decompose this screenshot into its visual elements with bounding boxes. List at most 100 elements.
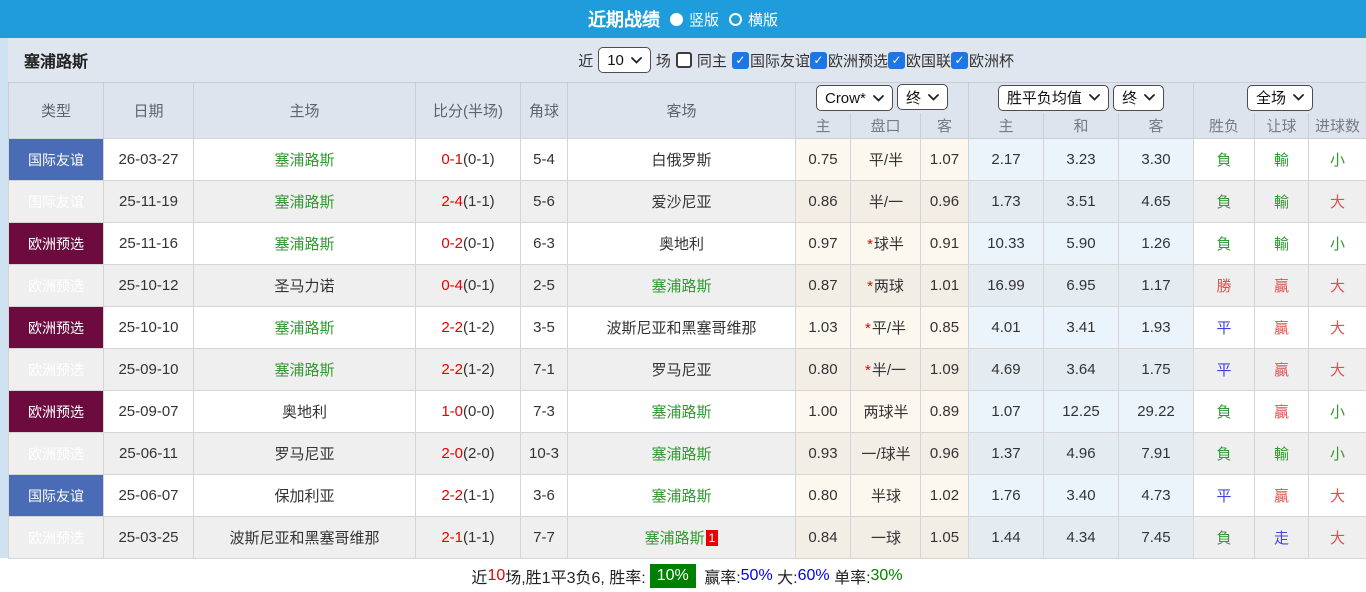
odds-company-select[interactable]: Crow* (815, 85, 893, 112)
home-team: 保加利亚 (193, 474, 416, 517)
result-wdl: 平 (1193, 306, 1255, 349)
match-type-badge: 国际友谊 (8, 180, 104, 223)
odds-away: 0.96 (920, 432, 969, 475)
handicap-value: 半球 (870, 488, 901, 505)
sub-header-mean-draw: 和 (1043, 112, 1119, 139)
odds-away: 0.96 (920, 180, 969, 223)
mean-home-odds: 16.99 (968, 264, 1044, 307)
odds-home: 1.00 (795, 390, 851, 433)
handicap-value: 两球半 (863, 404, 909, 421)
score-cell: 1-0(0-0) (415, 390, 521, 433)
match-date: 25-09-07 (103, 390, 194, 433)
team-name: 塞浦路斯 (24, 54, 89, 71)
checked-checkbox-icon[interactable]: ✓ (731, 51, 749, 69)
result-goals: 大 (1307, 306, 1366, 349)
handicap-cell: 一球 (850, 516, 921, 559)
handicap-value: 平/半 (868, 152, 904, 169)
result-wdl: 負 (1193, 390, 1255, 433)
match-date: 25-06-11 (103, 432, 194, 475)
corner-count: 2-5 (520, 264, 568, 307)
filter-controls: 近 10 场 同主 ✓ 国际友谊 ✓ 欧洲预选 ✓ 欧国联 ✓ 欧洲杯 (578, 47, 1014, 73)
odds-home: 0.93 (795, 432, 851, 475)
competition-filter[interactable]: ✓ 欧洲杯 (950, 50, 1014, 71)
summary-text: 赢率: (699, 570, 741, 587)
result-handicap: 走 (1254, 516, 1309, 559)
odds-home: 0.87 (795, 264, 851, 307)
home-team: 圣马力诺 (193, 264, 416, 307)
result-handicap: 贏 (1254, 306, 1309, 349)
layout-vertical-option[interactable]: 竖版 (669, 9, 719, 30)
fulltime-score: 2-2 (441, 319, 463, 336)
table-row: 国际友谊 25-06-07 保加利亚 2-2(1-1) 3-6 塞浦路斯 0.8… (8, 474, 1366, 517)
summary-text: 60% (797, 567, 830, 584)
corner-count: 3-6 (520, 474, 568, 517)
competition-filter[interactable]: ✓ 国际友谊 (731, 50, 810, 71)
recent-results-panel: 近期战绩 竖版 横版 塞浦路斯 近 10 场 同主 ✓ 国际友谊 ✓ 欧洲预选 ✓ 欧国联… (0, 0, 1366, 592)
mean-draw-odds: 6.95 (1043, 264, 1119, 307)
handicap-cell: *平/半 (850, 306, 921, 349)
away-team: 奥地利 (567, 222, 796, 265)
near-label: 近 (578, 52, 594, 70)
chevron-down-icon (631, 56, 642, 64)
halftime-score: (1-1) (463, 487, 495, 504)
mean-away-odds: 1.26 (1118, 222, 1194, 265)
competition-filter[interactable]: ✓ 欧国联 (887, 50, 951, 71)
match-date: 26-03-27 (103, 138, 194, 181)
summary-line: 近 10 场,胜1平3负6, 胜率: 10% 赢率: 50% 大: 60% 单率: 30% (8, 559, 1366, 592)
odds-time-value: 终 (906, 89, 922, 107)
sub-header-goals: 进球数 (1307, 112, 1366, 139)
mean-away-odds: 1.75 (1118, 348, 1194, 391)
score-cell: 2-1(1-1) (415, 516, 521, 559)
table-row: 国际友谊 26-03-27 塞浦路斯 0-1(0-1) 5-4 白俄罗斯 0.7… (8, 138, 1366, 181)
result-handicap: 贏 (1254, 348, 1309, 391)
match-type-badge: 国际友谊 (8, 474, 104, 517)
mean-draw-odds: 3.23 (1043, 138, 1119, 181)
mean-draw-odds: 3.51 (1043, 180, 1119, 223)
checked-checkbox-icon[interactable]: ✓ (950, 51, 968, 69)
radio-unselected-icon[interactable] (729, 12, 742, 26)
odds-away: 0.85 (920, 306, 969, 349)
mean-home-odds: 10.33 (968, 222, 1044, 265)
chevron-down-icon (1293, 94, 1304, 102)
odds-away: 1.09 (920, 348, 969, 391)
odds-time-select[interactable]: 终 (897, 84, 949, 111)
live-star-mark: * (867, 278, 873, 295)
match-type-badge: 欧洲预选 (8, 432, 104, 475)
mean-away-odds: 1.17 (1118, 264, 1194, 307)
handicap-value: 半/一 (868, 194, 904, 211)
result-handicap: 輸 (1254, 432, 1309, 475)
match-count-select[interactable]: 10 (598, 47, 651, 73)
halftime-score: (0-1) (463, 235, 495, 252)
scope-select[interactable]: 全场 (1247, 84, 1314, 111)
away-team: 塞浦路斯 1 (567, 516, 796, 559)
scope-select-group: 全场 (1192, 82, 1366, 113)
result-handicap: 贏 (1254, 264, 1309, 307)
match-type-badge: 欧洲预选 (8, 306, 104, 349)
wdl-mean-select[interactable]: 胜平负均值 (997, 84, 1109, 111)
col-header-away: 客场 (567, 82, 796, 139)
wdl-time-select[interactable]: 终 (1113, 84, 1165, 111)
checked-checkbox-icon[interactable]: ✓ (887, 51, 905, 69)
match-date: 25-06-07 (103, 474, 194, 517)
sub-header-odds-away: 客 (920, 112, 969, 139)
layout-horizontal-option[interactable]: 横版 (729, 9, 778, 30)
handicap-cell: 平/半 (850, 138, 921, 181)
chevron-down-icon (1144, 94, 1155, 102)
result-goals: 大 (1307, 180, 1366, 223)
result-goals: 大 (1307, 348, 1366, 391)
radio-selected-icon[interactable] (669, 12, 683, 26)
same-home-checkbox[interactable] (675, 52, 692, 68)
mean-away-odds: 7.45 (1118, 516, 1194, 559)
corner-count: 6-3 (520, 222, 568, 265)
result-goals: 大 (1307, 474, 1366, 517)
checked-checkbox-icon[interactable]: ✓ (809, 51, 827, 69)
mean-draw-odds: 5.90 (1043, 222, 1119, 265)
layout-horizontal-label: 横版 (748, 11, 779, 29)
competition-filter[interactable]: ✓ 欧洲预选 (809, 50, 888, 71)
result-handicap: 輸 (1254, 180, 1309, 223)
away-team: 白俄罗斯 (567, 138, 796, 181)
table-row: 欧洲预选 25-10-10 塞浦路斯 2-2(1-2) 3-5 波斯尼亚和黑塞哥… (8, 306, 1366, 349)
odds-home: 0.80 (795, 348, 851, 391)
away-team: 塞浦路斯 (567, 390, 796, 433)
mean-home-odds: 4.69 (968, 348, 1044, 391)
